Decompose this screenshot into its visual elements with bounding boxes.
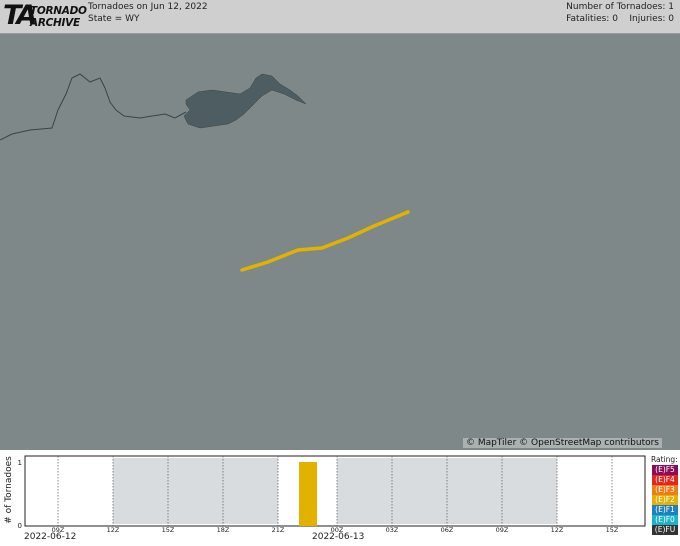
page-title: Tornadoes on Jun 12, 2022 — [88, 2, 208, 12]
legend-item-ef5: (E)F5 — [652, 465, 678, 475]
state-boundary-line — [0, 73, 187, 141]
hour-tick: 06Z — [441, 526, 454, 534]
header-stats: Number of Tornadoes: 1 Fatalities: 0 Inj… — [566, 1, 674, 25]
hour-tick: 15Z — [606, 526, 619, 534]
header-bar: TA TORNADO ARCHIVE Tornadoes on Jun 12, … — [0, 0, 680, 34]
legend-item-ef0: (E)F0 — [652, 515, 678, 525]
legend-item-ef4: (E)F4 — [652, 475, 678, 485]
y-tick-max: 1 — [18, 459, 22, 467]
casualty-stats: Fatalities: 0 Injuries: 0 — [566, 13, 674, 25]
y-tick-min: 0 — [18, 522, 22, 530]
lake-shape — [183, 73, 307, 129]
hour-tick: 12Z — [551, 526, 564, 534]
legend-item-ef3: (E)F3 — [652, 485, 678, 495]
fatalities-count: Fatalities: 0 — [566, 14, 618, 24]
legend-item-ef1: (E)F1 — [652, 505, 678, 515]
hour-tick: 09Z — [496, 526, 509, 534]
header-info: Tornadoes on Jun 12, 2022 State = WY — [88, 1, 208, 25]
map-view[interactable]: © MapTiler © OpenStreetMap contributors — [0, 34, 680, 450]
tornado-count: Number of Tornadoes: 1 — [566, 2, 674, 12]
tornado-track[interactable] — [240, 210, 410, 272]
hour-tick: 18Z — [217, 526, 230, 534]
hour-tick: 15Z — [162, 526, 175, 534]
date-label-left: 2022-06-12 — [24, 532, 77, 542]
legend-item-ef2: (E)F2 — [652, 495, 678, 505]
map-attribution[interactable]: © MapTiler © OpenStreetMap contributors — [462, 438, 662, 448]
map-canvas — [0, 73, 410, 272]
hour-tick: 03Z — [386, 526, 399, 534]
tornado-archive-logo[interactable]: TA TORNADO ARCHIVE — [2, 0, 87, 32]
legend-title: Rating: — [651, 455, 678, 464]
date-label-right: 2022-06-13 — [312, 532, 365, 542]
injuries-count: Injuries: 0 — [629, 14, 674, 24]
hour-tick: 12Z — [107, 526, 120, 534]
legend-item-efu: (E)FU — [652, 525, 678, 535]
night-band-1 — [113, 458, 278, 524]
hour-tick: 21Z — [272, 526, 285, 534]
tornado-bar[interactable] — [299, 462, 317, 526]
state-filter: State = WY — [88, 14, 140, 24]
logo-word-2: ARCHIVE — [30, 17, 80, 29]
logo-word-1: TORNADO — [30, 5, 87, 17]
